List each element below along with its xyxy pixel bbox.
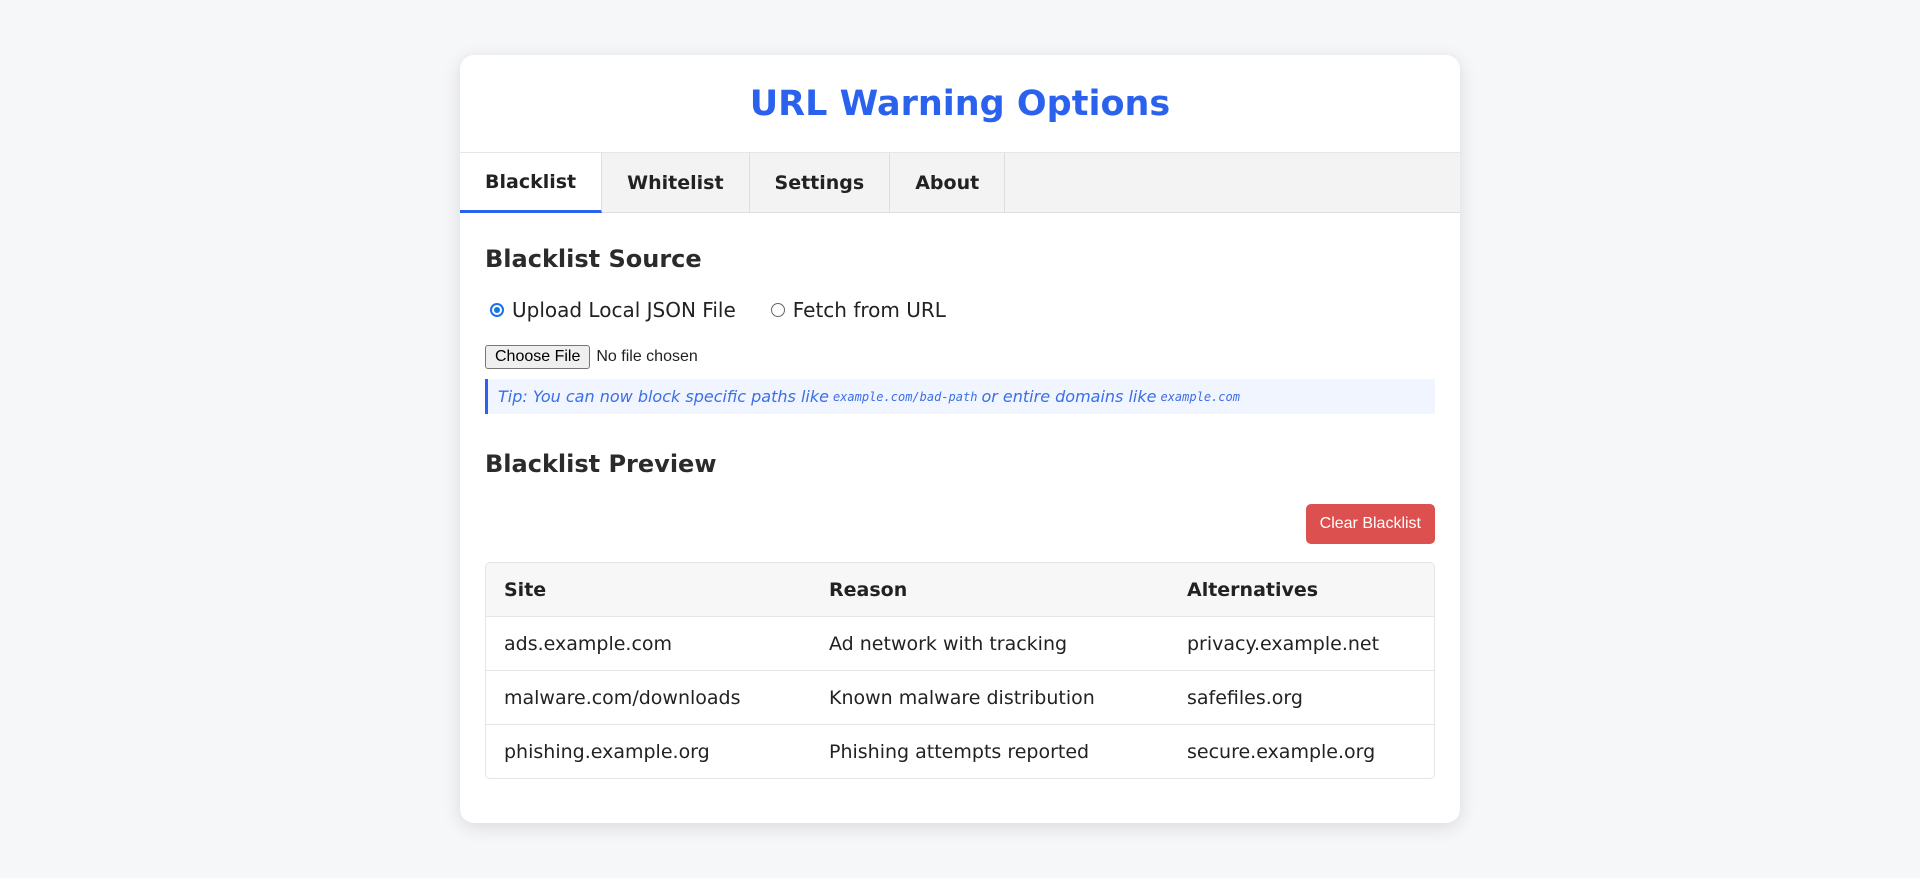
blacklist-source-heading: Blacklist Source xyxy=(485,245,702,273)
source-option-url[interactable]: Fetch from URL xyxy=(766,298,946,322)
upload-radio[interactable] xyxy=(490,303,504,317)
url-radio[interactable] xyxy=(770,303,785,317)
blacklist-table: Site Reason Alternatives ads.example.com… xyxy=(485,562,1435,779)
file-input: Choose File No file chosen xyxy=(485,344,1435,370)
table-row: malware.com/downloads Known malware dist… xyxy=(486,670,1434,725)
tab-settings[interactable]: Settings xyxy=(750,153,891,213)
cell-site: malware.com/downloads xyxy=(486,670,811,725)
table-row: ads.example.com Ad network with tracking… xyxy=(486,616,1434,671)
url-radio-label: Fetch from URL xyxy=(792,298,946,322)
table-row: phishing.example.org Phishing attempts r… xyxy=(486,725,1434,779)
blacklist-preview-heading: Blacklist Preview xyxy=(485,450,717,478)
column-header-alternatives: Alternatives xyxy=(1169,563,1434,617)
cell-reason: Phishing attempts reported xyxy=(829,740,1090,763)
preview-actions: Clear Blacklist xyxy=(485,504,1435,544)
tab-about[interactable]: About xyxy=(890,153,1006,213)
cell-alternatives: safefiles.org xyxy=(1169,670,1434,725)
table-header-row: Site Reason Alternatives xyxy=(486,563,1434,617)
tip-middle: or entire domains like xyxy=(981,387,1157,406)
tab-blacklist[interactable]: Blacklist xyxy=(460,153,603,213)
blacklist-panel: Blacklist Source Upload Local JSON File … xyxy=(460,213,1460,779)
header: URL Warning Options xyxy=(460,55,1460,153)
cell-alternatives: privacy.example.net xyxy=(1169,616,1434,671)
column-header-reason: Reason xyxy=(811,563,1169,617)
cell-reason: Known malware distribution xyxy=(811,670,1169,725)
file-status: No file chosen xyxy=(596,348,698,365)
tab-bar: Blacklist Whitelist Settings About xyxy=(460,153,1460,213)
tab-whitelist[interactable]: Whitelist xyxy=(602,153,750,213)
column-header-site: Site xyxy=(486,563,811,617)
tip-example-path: example.com/bad-path xyxy=(832,389,978,404)
tip-example-domain: example.com xyxy=(1160,389,1240,404)
source-radio-group: Upload Local JSON File Fetch from URL xyxy=(485,297,1435,323)
cell-site: ads.example.com xyxy=(486,616,811,671)
page-title: URL Warning Options xyxy=(749,83,1171,124)
cell-alternatives: secure.example.org xyxy=(1187,740,1376,763)
cell-site: phishing.example.org xyxy=(504,740,710,763)
upload-radio-label: Upload Local JSON File xyxy=(512,298,736,322)
clear-blacklist-button[interactable]: Clear Blacklist xyxy=(1305,504,1435,544)
cell-reason: Ad network with tracking xyxy=(811,616,1169,671)
options-card: URL Warning Options Blacklist Whitelist … xyxy=(460,55,1460,823)
source-option-upload[interactable]: Upload Local JSON File xyxy=(485,298,736,322)
tip-prefix: Tip: You can now block specific paths li… xyxy=(498,387,829,406)
choose-file-button[interactable]: Choose File xyxy=(485,345,591,369)
tip-box: Tip: You can now block specific paths li… xyxy=(485,379,1435,414)
